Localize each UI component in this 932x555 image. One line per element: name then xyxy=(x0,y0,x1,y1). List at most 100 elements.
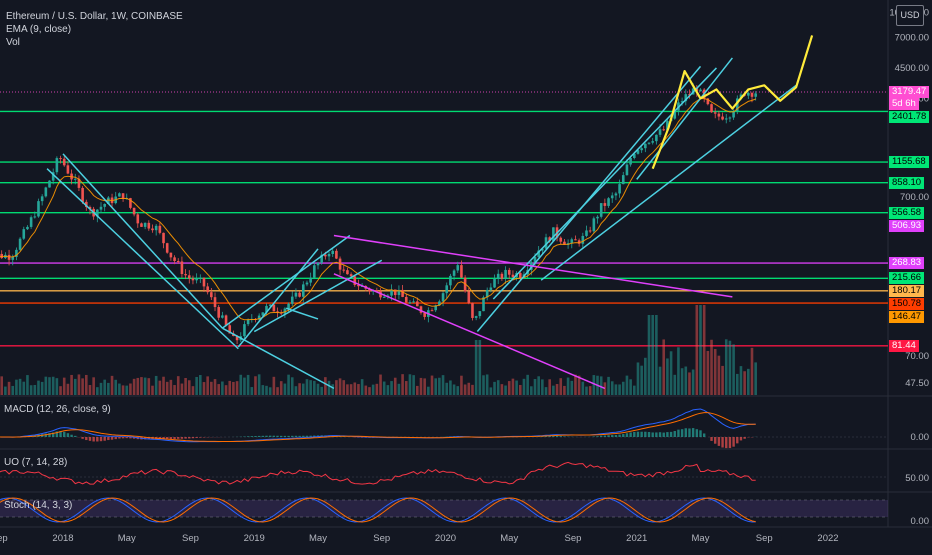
chart-canvas[interactable]: 10000.007000.004500.002900.00700.0070.00… xyxy=(0,0,932,550)
volume-bar xyxy=(89,385,92,395)
candle-body xyxy=(655,135,658,141)
macd-histogram-bar xyxy=(81,437,83,439)
candle-body xyxy=(754,93,757,96)
volume-bar xyxy=(155,376,158,395)
volume-bar xyxy=(361,379,364,395)
ema-legend[interactable]: EMA (9, close) xyxy=(6,23,71,36)
macd-histogram-bar xyxy=(633,432,635,437)
volume-bar xyxy=(387,385,390,395)
candle-body xyxy=(287,304,290,309)
volume-bar xyxy=(534,379,537,395)
price-level-badge: 556.58 xyxy=(889,207,924,219)
time-tick-label: 2019 xyxy=(244,533,265,544)
time-tick-label: May xyxy=(500,533,518,544)
volume-bar xyxy=(173,385,176,395)
volume-bar xyxy=(464,384,467,395)
volume-bar xyxy=(269,387,272,395)
candle-body xyxy=(155,226,158,230)
candle-body xyxy=(177,261,180,262)
volume-bar xyxy=(423,378,426,395)
macd-histogram-bar xyxy=(269,436,271,437)
candle-body xyxy=(449,276,452,285)
volume-bar xyxy=(420,378,423,395)
volume-bar xyxy=(754,362,757,395)
candle-body xyxy=(26,227,29,229)
volume-bar xyxy=(401,374,404,395)
volume-bar xyxy=(530,386,533,395)
candle-body xyxy=(19,239,22,250)
candle-body xyxy=(148,223,151,229)
macd-histogram-bar xyxy=(63,432,65,437)
candle-body xyxy=(350,274,353,276)
macd-histogram-bar xyxy=(103,437,105,441)
candle-body xyxy=(225,315,228,325)
volume-bar xyxy=(214,379,217,395)
volume-bar xyxy=(243,378,246,395)
volume-bar xyxy=(52,377,55,395)
volume-bar xyxy=(144,378,147,395)
volume-bar xyxy=(129,383,132,395)
price-tick-label: 47.50 xyxy=(905,378,929,389)
volume-bar xyxy=(515,381,518,395)
macd-legend[interactable]: MACD (12, 26, close, 9) xyxy=(4,404,111,415)
chart-area[interactable]: 10000.007000.004500.002900.00700.0070.00… xyxy=(0,0,932,550)
candle-body xyxy=(559,238,562,242)
macd-histogram-bar xyxy=(243,436,245,437)
candle-body xyxy=(100,207,103,210)
volume-bar xyxy=(637,362,640,395)
candle-body xyxy=(48,181,51,188)
macd-histogram-bar xyxy=(563,436,565,437)
volume-bar xyxy=(618,384,621,395)
time-tick-label: Sep xyxy=(182,533,199,544)
volume-bar xyxy=(482,375,485,395)
volume-bar xyxy=(383,382,386,395)
currency-button[interactable]: USD xyxy=(896,5,924,26)
volume-bar xyxy=(740,366,743,395)
volume-bar xyxy=(122,385,125,395)
volume-bar xyxy=(258,374,261,395)
candle-body xyxy=(192,278,195,280)
macd-histogram-bar xyxy=(298,436,300,437)
candle-body xyxy=(67,165,70,173)
candle-body xyxy=(335,251,338,259)
candle-body xyxy=(751,93,754,97)
candle-body xyxy=(589,230,592,231)
candle-body xyxy=(324,255,327,257)
volume-bar xyxy=(162,377,165,395)
volume-bar xyxy=(640,366,643,395)
macd-histogram-bar xyxy=(126,437,128,438)
uo-legend[interactable]: UO (7, 14, 28) xyxy=(4,457,67,468)
volume-bar xyxy=(684,367,687,395)
volume-bar xyxy=(372,385,375,395)
symbol-legend[interactable]: Ethereum / U.S. Dollar, 1W, COINBASE xyxy=(6,10,183,23)
volume-bar xyxy=(291,377,294,395)
macd-histogram-bar xyxy=(637,432,639,437)
stoch-tick-label: 0.00 xyxy=(911,516,930,527)
volume-bar xyxy=(221,381,224,395)
price-level-badge: 3179.47 xyxy=(889,86,929,98)
candle-body xyxy=(721,117,724,120)
candle-body xyxy=(166,243,169,253)
volume-bar xyxy=(582,382,585,395)
time-tick-label: May xyxy=(118,533,136,544)
candle-body xyxy=(714,112,717,113)
volume-bar xyxy=(170,380,173,395)
time-tick-label: May xyxy=(692,533,710,544)
volume-bar xyxy=(287,375,290,395)
candle-body xyxy=(45,187,48,196)
candle-body xyxy=(159,226,162,233)
stoch-legend[interactable]: Stoch (14, 3, 3) xyxy=(4,500,72,511)
candle-body xyxy=(181,261,184,274)
price-level-badge: 268.83 xyxy=(889,257,924,269)
macd-histogram-bar xyxy=(184,437,186,439)
candle-body xyxy=(214,297,217,307)
volume-bar xyxy=(85,375,88,395)
macd-histogram-bar xyxy=(674,431,676,437)
volume-bar xyxy=(250,387,253,395)
time-tick-label: 2018 xyxy=(52,533,73,544)
volume-bar xyxy=(276,387,279,395)
volume-bar xyxy=(427,387,430,395)
volume-bar xyxy=(659,367,662,395)
candle-body xyxy=(718,114,721,117)
volume-legend[interactable]: Vol xyxy=(6,36,20,49)
